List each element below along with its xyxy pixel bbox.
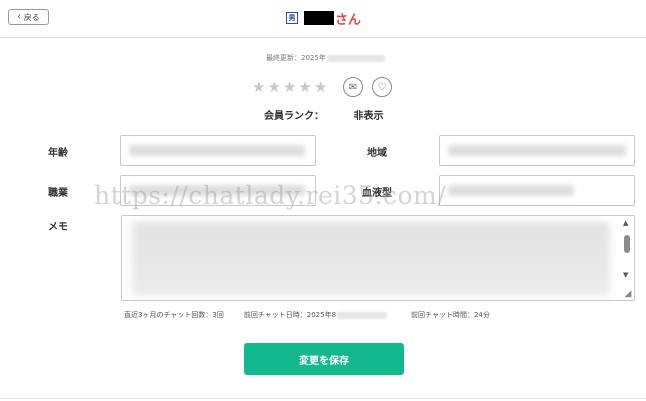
memo-textarea[interactable]: ▲ ▼ ◢ — [121, 215, 635, 301]
redacted-value — [448, 185, 574, 196]
back-button-label: 戻る — [23, 12, 40, 22]
scroll-thumb[interactable] — [624, 235, 630, 253]
age-label: 年齢 — [48, 148, 68, 159]
title-suffix: さん — [335, 12, 362, 28]
last-updated-text: 最終更新：2025年 — [266, 54, 326, 62]
member-rank-value: 非表示 — [353, 111, 384, 122]
back-button[interactable]: ‹ 戻る — [8, 9, 49, 25]
divider — [0, 398, 646, 399]
member-rank-label: 会員ランク： — [264, 111, 324, 122]
header-bar: ‹ 戻る 男 さん — [0, 0, 646, 38]
scroll-down-icon[interactable]: ▼ — [623, 272, 628, 279]
chevron-left-icon: ‹ — [17, 11, 21, 22]
last-chat-date: 前回チャット日時：2025年8 — [243, 310, 388, 320]
redacted-date — [326, 54, 385, 62]
mail-icon: ✉ — [348, 81, 358, 93]
resize-handle-icon[interactable]: ◢ — [623, 289, 633, 299]
member-rank: 会員ランク： 非表示 — [264, 107, 383, 122]
redacted-username — [304, 11, 334, 25]
redacted-memo-text — [132, 222, 610, 296]
last-updated: 最終更新：2025年 — [266, 53, 385, 63]
blood-type-field[interactable] — [439, 175, 635, 206]
heart-icon: ♡ — [377, 81, 387, 93]
save-button[interactable]: 変更を保存 — [244, 343, 404, 375]
redacted-date — [337, 311, 388, 319]
star-icon[interactable]: ★ — [298, 79, 311, 95]
chat-stats: 直近3ヶ月のチャット回数：3回 前回チャット日時：2025年8 前回チャット時間… — [124, 310, 490, 320]
age-field[interactable] — [120, 135, 316, 166]
watermark: https://chatlady.rei35.com/ — [94, 181, 447, 210]
page-title: 男 さん — [286, 8, 361, 28]
memo-scrollbar[interactable]: ▲ ▼ — [622, 218, 632, 288]
star-icon[interactable]: ★ — [283, 79, 296, 95]
redacted-value — [129, 145, 305, 156]
mail-button[interactable]: ✉ — [343, 77, 363, 97]
region-label: 地域 — [367, 148, 387, 159]
last-chat-duration: 前回チャット時間：24分 — [411, 311, 490, 319]
chat-count: 直近3ヶ月のチャット回数：3回 — [124, 311, 224, 319]
star-icon[interactable]: ★ — [267, 79, 280, 95]
favorite-button[interactable]: ♡ — [372, 77, 392, 97]
memo-label: メモ — [48, 222, 68, 233]
scroll-up-icon[interactable]: ▲ — [623, 220, 628, 227]
star-icon[interactable]: ★ — [252, 79, 265, 95]
last-chat-date-text: 前回チャット日時：2025年8 — [243, 311, 337, 319]
region-field[interactable] — [439, 135, 635, 166]
gender-badge: 男 — [286, 12, 298, 24]
rating-stars[interactable]: ★ ★ ★ ★ ★ — [252, 79, 327, 95]
redacted-value — [448, 145, 626, 156]
star-icon[interactable]: ★ — [314, 79, 327, 95]
job-label: 職業 — [48, 188, 68, 199]
